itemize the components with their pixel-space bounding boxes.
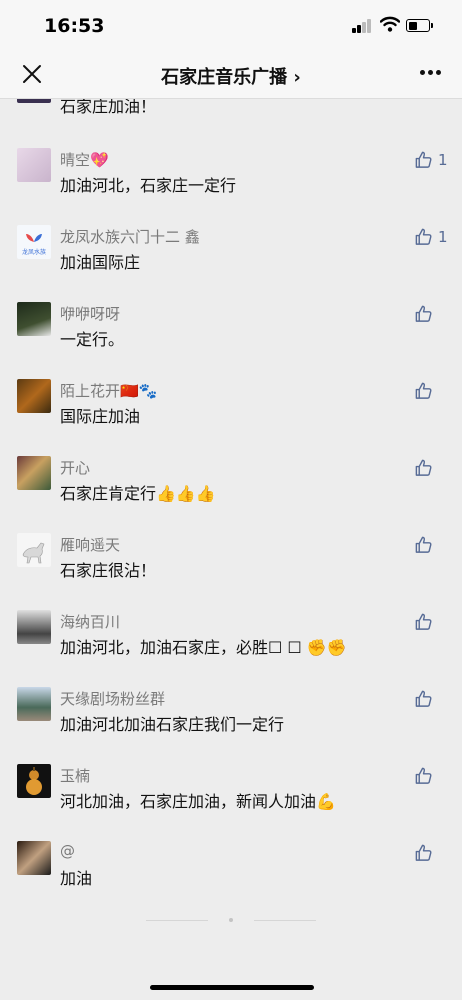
signal-icon — [352, 19, 372, 33]
end-divider — [146, 920, 208, 921]
avatar[interactable] — [17, 610, 51, 644]
thumbs-up-icon — [415, 536, 432, 553]
comment-author[interactable]: 晴空💖 — [60, 149, 109, 170]
avatar[interactable] — [17, 533, 51, 567]
comment-item: 玉楠 河北加油，石家庄加油，新闻人加油💪 — [0, 764, 462, 842]
comment-item: 龙凤水族 龙凤水族六门十二 鑫 加油国际庄 1 — [0, 225, 462, 303]
end-dot — [229, 918, 233, 922]
home-indicator[interactable] — [150, 985, 314, 990]
end-divider — [254, 920, 316, 921]
avatar[interactable] — [17, 841, 51, 875]
like-count: 1 — [438, 228, 448, 246]
comment-author[interactable]: 咿咿呀呀 — [60, 303, 120, 324]
thumbs-up-icon — [415, 305, 432, 322]
comment-item: 晴空💖 加油河北，石家庄一定行 1 — [0, 148, 462, 226]
comment-text: 加油 — [60, 869, 93, 888]
comment-author[interactable]: 陌上花开🇨🇳🐾 — [60, 380, 157, 401]
comment-text: 石家庄加油！ — [60, 99, 157, 116]
comment-text: 加油河北，石家庄一定行 — [60, 176, 237, 195]
page-title[interactable]: 石家庄音乐广播 › — [0, 63, 462, 89]
comment-item: 开心 石家庄肯定行👍👍👍 — [0, 456, 462, 534]
comment-author[interactable]: 玉楠 — [60, 765, 90, 786]
comment-item: 陌上花开🇨🇳🐾 国际庄加油 — [0, 379, 462, 457]
thumbs-up-icon — [415, 151, 432, 168]
thumbs-up-icon — [415, 844, 432, 861]
comment-item: 海纳百川 加油河北，加油石家庄，必胜☐ ☐ ✊✊ — [0, 610, 462, 688]
status-bar: 16:53 — [0, 0, 462, 50]
comment-author[interactable]: 龙凤水族六门十二 鑫 — [60, 226, 200, 247]
avatar[interactable] — [17, 302, 51, 336]
svg-text:龙凤水族: 龙凤水族 — [22, 248, 46, 256]
comment-item: 咿咿呀呀 一定行。 — [0, 302, 462, 380]
comment-text: 一定行。 — [60, 330, 125, 349]
avatar-logo: 龙凤水族 — [22, 234, 46, 256]
more-icon[interactable] — [420, 70, 442, 78]
comment-text: 国际庄加油 — [60, 407, 141, 426]
thumbs-up-icon — [415, 690, 432, 707]
comment-text: 加油河北，加油石家庄，必胜☐ ☐ ✊✊ — [60, 638, 347, 657]
battery-icon — [406, 19, 433, 32]
avatar[interactable] — [17, 764, 51, 798]
comment-text: 石家庄很沾！ — [60, 561, 157, 580]
thumbs-up-icon — [415, 459, 432, 476]
avatar[interactable]: 龙凤水族 — [17, 225, 51, 259]
comment-author[interactable]: 雁响遥天 — [60, 534, 120, 555]
nav-bar: 石家庄音乐广播 › — [0, 50, 462, 99]
avatar[interactable] — [17, 148, 51, 182]
comment-author[interactable]: 开心 — [60, 457, 90, 478]
avatar[interactable] — [17, 379, 51, 413]
comment-text: 石家庄肯定行👍👍👍 — [60, 484, 216, 503]
comment-item: 雁响遥天 石家庄很沾！ — [0, 533, 462, 611]
comment-text: 河北加油，石家庄加油，新闻人加油💪 — [60, 792, 336, 811]
comment-item: 天缘剧场粉丝群 加油河北加油石家庄我们一定行 — [0, 687, 462, 765]
status-time: 16:53 — [44, 15, 105, 37]
gourd-image — [26, 767, 42, 795]
comment-author[interactable]: 海纳百川 — [60, 611, 120, 632]
wifi-icon — [380, 16, 400, 32]
thumbs-up-icon — [415, 767, 432, 784]
comment-author[interactable]: 天缘剧场粉丝群 — [60, 688, 165, 709]
avatar — [17, 99, 51, 103]
like-count: 1 — [438, 151, 448, 169]
comment-text: 加油国际庄 — [60, 253, 141, 272]
comment-text: 加油河北加油石家庄我们一定行 — [60, 715, 285, 734]
avatar[interactable] — [17, 687, 51, 721]
comment-list: 石家庄加油！ 晴空💖 加油河北，石家庄一定行 1 龙凤水族 龙凤水族六门十二 鑫… — [0, 99, 462, 959]
avatar[interactable] — [17, 456, 51, 490]
comment-item: @ 加油 — [0, 841, 462, 919]
comment-author[interactable]: @ — [60, 842, 75, 860]
horse-image — [22, 542, 45, 564]
thumbs-up-icon — [415, 382, 432, 399]
thumbs-up-icon — [415, 613, 432, 630]
thumbs-up-icon — [415, 228, 432, 245]
